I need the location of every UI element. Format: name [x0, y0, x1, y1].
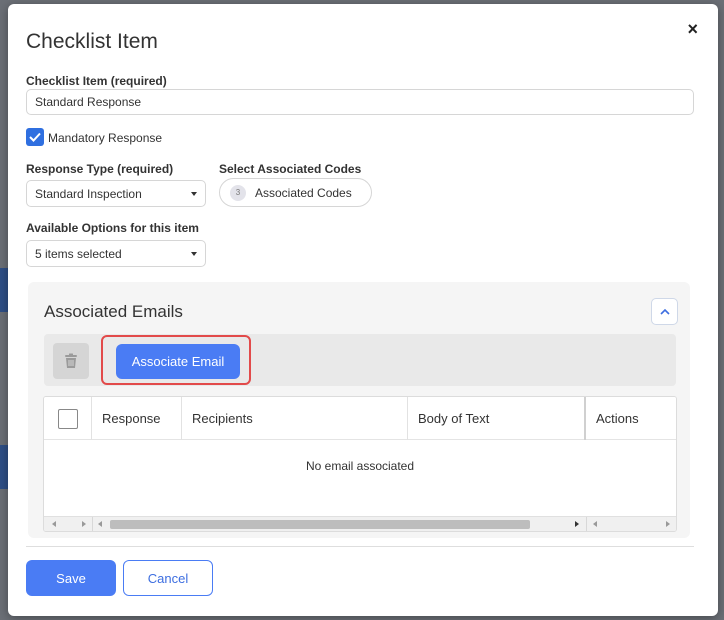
cancel-button[interactable]: Cancel	[123, 560, 213, 596]
available-options-value: 5 items selected	[35, 246, 122, 261]
associate-email-button[interactable]: Associate Email	[116, 344, 240, 379]
codes-count-badge: 3	[230, 184, 246, 201]
emails-grid: Response Recipients Body of Text Actions…	[43, 396, 677, 532]
chevron-up-icon	[659, 308, 670, 315]
emails-toolbar: Associate Email	[44, 334, 676, 386]
scroll-divider	[92, 517, 93, 531]
dialog-title: Checklist Item	[26, 30, 158, 53]
scroll-right-icon[interactable]	[82, 521, 86, 527]
scroll-right-icon[interactable]	[666, 521, 670, 527]
column-header-body[interactable]: Body of Text	[408, 397, 586, 440]
trash-icon	[65, 353, 77, 368]
grid-header: Response Recipients Body of Text Actions	[44, 397, 676, 440]
close-icon[interactable]: ×	[687, 20, 698, 38]
horizontal-scrollbar[interactable]	[44, 516, 676, 531]
footer-divider	[26, 546, 694, 547]
section-title: Associated Emails	[44, 302, 183, 321]
response-type-label: Response Type (required)	[26, 162, 174, 176]
response-type-value: Standard Inspection	[35, 186, 142, 201]
delete-button[interactable]	[53, 343, 89, 379]
scroll-divider	[586, 517, 587, 531]
caret-down-icon	[191, 251, 197, 256]
associated-codes-text: Associated Codes	[255, 185, 352, 200]
available-options-label: Available Options for this item	[26, 221, 199, 235]
checklist-item-input[interactable]: Standard Response	[26, 89, 694, 115]
scroll-thumb[interactable]	[110, 520, 530, 529]
collapse-button[interactable]	[651, 298, 678, 325]
select-all-cell	[44, 397, 92, 440]
column-header-recipients[interactable]: Recipients	[182, 397, 408, 440]
caret-down-icon	[191, 191, 197, 196]
checklist-item-label: Checklist Item (required)	[26, 74, 167, 88]
available-options-select[interactable]: 5 items selected	[26, 240, 206, 267]
associated-emails-section: Associated Emails Associate Email Respon…	[28, 282, 690, 538]
mandatory-checkbox[interactable]	[26, 128, 44, 146]
save-button[interactable]: Save	[26, 560, 116, 596]
column-header-response[interactable]: Response	[92, 397, 182, 440]
scroll-left-icon[interactable]	[52, 521, 56, 527]
checklist-item-value: Standard Response	[35, 95, 142, 109]
associated-codes-label: Select Associated Codes	[219, 162, 362, 176]
response-type-select[interactable]: Standard Inspection	[26, 180, 206, 207]
background-strip	[0, 268, 8, 312]
background-strip	[0, 445, 8, 489]
scroll-left-icon[interactable]	[593, 521, 597, 527]
empty-message: No email associated	[305, 459, 415, 473]
associated-codes-button[interactable]: 3 Associated Codes	[219, 178, 372, 207]
check-icon	[29, 132, 41, 142]
scroll-left-icon[interactable]	[98, 521, 102, 527]
scroll-right-icon[interactable]	[575, 521, 579, 527]
mandatory-label: Mandatory Response	[48, 131, 163, 145]
checklist-item-dialog: × Checklist Item Checklist Item (require…	[8, 4, 718, 616]
column-header-actions[interactable]: Actions	[586, 397, 676, 440]
select-all-checkbox[interactable]	[58, 408, 78, 429]
